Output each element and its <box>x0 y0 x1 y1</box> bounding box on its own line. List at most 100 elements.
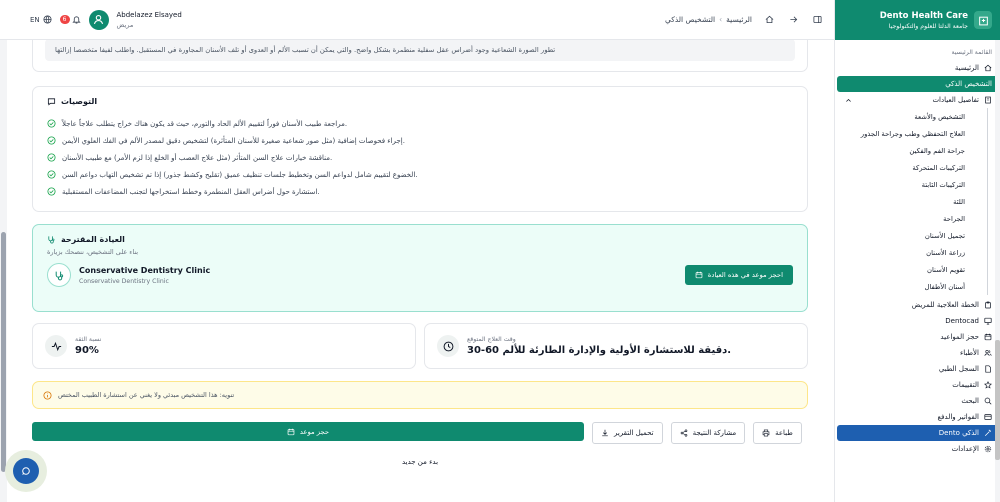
language-switch[interactable]: EN <box>30 15 52 24</box>
sidebar-toggle-icon[interactable] <box>810 13 824 27</box>
sidebar-subitem-clinic[interactable]: جراحة الفم والفكين <box>835 142 988 159</box>
recommendation-text: استشارة حول أضراس العقل المنطمرة وخطط اس… <box>62 187 320 196</box>
download-report-button[interactable]: تحميل التقرير <box>592 422 663 444</box>
recommendation-text: مراجعة طبيب الأسنان فوراً لتقييم الألم ا… <box>62 119 348 128</box>
gear-icon <box>984 445 992 453</box>
confidence-value: 90% <box>75 345 99 356</box>
chat-icon <box>13 458 39 484</box>
sidebar-item-home[interactable]: الرئيسية <box>837 60 998 76</box>
check-circle-icon <box>47 136 56 145</box>
sidebar-item-label: الإعدادات <box>951 445 979 453</box>
treatment-time-card: وقت العلاج المتوقع 30-60 دقيقة للاستشارة… <box>424 323 808 369</box>
action-bar: حجز موعد تحميل التقرير مشاركة النتيجة طب… <box>32 422 808 444</box>
sidebar-item-search[interactable]: البحث <box>837 393 998 409</box>
findings-card: تطور الصورة الشعاعية وجود أضراس عقل سفلي… <box>32 40 808 72</box>
user-icon <box>93 14 104 25</box>
building-icon <box>984 96 992 104</box>
book-appointment-button[interactable]: حجز موعد <box>32 422 584 441</box>
breadcrumb-home[interactable]: الرئيسية <box>726 15 752 24</box>
list-item: الخضوع لتقييم شامل لدواعم السن وتخطيط جل… <box>47 166 793 183</box>
hospital-icon <box>974 11 992 29</box>
book-clinic-button[interactable]: احجز موعد في هذه العيادة <box>684 265 793 285</box>
book-clinic-label: احجز موعد في هذه العيادة <box>707 271 783 279</box>
clinic-header: العيادة المقترحة <box>47 235 793 244</box>
info-icon <box>43 390 52 400</box>
sidebar-subitem-clinic[interactable]: التشخيص والأشعة <box>835 108 988 125</box>
stethoscope-icon <box>48 236 55 244</box>
bell-icon <box>71 15 81 24</box>
clipboard-icon <box>984 301 992 309</box>
calendar-icon <box>984 333 992 341</box>
brand-header: Dento Health Care جامعة الدلتا للعلوم وا… <box>835 0 1000 40</box>
sidebar-subitem-clinic[interactable]: تجميل الأسنان <box>835 227 988 244</box>
brand-subtitle: جامعة الدلتا للعلوم والتكنولوجيا <box>888 22 968 30</box>
sidebar-item-label: تفاصيل العيادات <box>932 96 979 104</box>
sidebar-subitem-clinic[interactable]: الجراحة <box>835 210 988 227</box>
list-item: إجراء فحوصات إضافية (مثل صور شعاعية صغير… <box>47 132 793 149</box>
clinic-title: العيادة المقترحة <box>61 235 125 244</box>
sidebar-item-dentocad[interactable]: Dentocad <box>837 313 998 329</box>
sidebar-subitem-clinic[interactable]: زراعة الأسنان <box>835 244 988 261</box>
disclaimer-text: تنويه: هذا التشخيص مبدئي ولا يغني عن است… <box>58 391 235 399</box>
main-content: تطور الصورة الشعاعية وجود أضراس عقل سفلي… <box>0 40 834 502</box>
sidebar-subitem-clinic[interactable]: اللثة <box>835 193 988 210</box>
sidebar-scrollbar[interactable] <box>995 40 1000 502</box>
confidence-label: نسبة الثقة <box>75 336 102 343</box>
sidebar-item-label: الخطة العلاجية للمريض <box>911 301 979 309</box>
sidebar-item-label: التقييمات <box>952 381 979 389</box>
sidebar-subitem-clinic[interactable]: أسنان الأطفال <box>835 278 988 295</box>
sidebar-subitem-clinic[interactable]: تقويم الأسنان <box>835 261 988 278</box>
home-icon[interactable] <box>762 13 776 27</box>
main-scrollbar[interactable] <box>0 40 7 502</box>
sidebar-item-label: السجل الطبي <box>938 365 979 373</box>
suggested-clinic-card: العيادة المقترحة بناء على التشخيص، ننصحك… <box>32 224 808 312</box>
share-result-button[interactable]: مشاركة النتيجة <box>670 422 746 444</box>
sidebar-item-label: Dentocad <box>945 317 979 325</box>
sidebar-subitem-clinic[interactable]: العلاج التحفظي وطب وجراحة الجذور <box>835 125 988 142</box>
new-diagnosis-link[interactable]: بدء من جديد <box>32 458 808 466</box>
calendar-icon <box>695 271 703 279</box>
sidebar-item-label: Dento الذكي <box>938 429 979 437</box>
recommendation-text: الخضوع لتقييم شامل لدواعم السن وتخطيط جل… <box>62 170 418 179</box>
sidebar-subitem-clinic[interactable]: التركيبات المتحركة <box>835 159 988 176</box>
print-label: طباعة <box>775 429 793 437</box>
breadcrumb: التشخيص الذكي ‹ الرئيسية <box>665 15 752 24</box>
brand-title: Dento Health Care <box>879 10 968 21</box>
sidebar-item-medical-record[interactable]: السجل الطبي <box>837 361 998 377</box>
sidebar: Dento Health Care جامعة الدلتا للعلوم وا… <box>834 0 1000 502</box>
forward-arrow-icon[interactable] <box>786 13 800 27</box>
sidebar-section-title: القائمة الرئيسية <box>951 49 992 56</box>
sidebar-subitem-clinic[interactable]: التركيبات الثابتة <box>835 176 988 193</box>
sidebar-item-appointments[interactable]: حجز المواعيد <box>837 329 998 345</box>
sidebar-item-treatment-plan[interactable]: الخطة العلاجية للمريض <box>837 297 998 313</box>
notification-badge: 6 <box>59 15 70 24</box>
language-label: EN <box>30 15 40 24</box>
sidebar-item-settings[interactable]: الإعدادات <box>837 441 998 457</box>
message-icon <box>47 98 56 106</box>
sidebar-item-clinic-details[interactable]: تفاصيل العيادات <box>837 92 998 108</box>
time-value: 30-60 دقيقة للاستشارة الأولية والإدارة ا… <box>467 345 732 356</box>
findings-text: تطور الصورة الشعاعية وجود أضراس عقل سفلي… <box>45 40 795 61</box>
sidebar-item-dento-ai[interactable]: Dento الذكي <box>837 425 998 441</box>
notifications-button[interactable]: 6 <box>59 15 81 24</box>
scrollbar-thumb[interactable] <box>995 340 1000 460</box>
clinic-name: Conservative Dentistry Clinic <box>79 265 211 275</box>
sidebar-item-doctors[interactable]: الأطباء <box>837 345 998 361</box>
sidebar-item-billing[interactable]: الفواتير والدفع <box>837 409 998 425</box>
check-circle-icon <box>47 170 56 179</box>
chat-fab[interactable] <box>5 450 47 492</box>
scrollbar-thumb[interactable] <box>1 232 6 472</box>
stethoscope-icon <box>47 263 71 287</box>
sidebar-item-label: الأطباء <box>959 349 979 357</box>
monitor-icon <box>984 317 992 325</box>
file-icon <box>984 365 992 373</box>
sidebar-item-reviews[interactable]: التقييمات <box>837 377 998 393</box>
star-icon <box>984 381 992 389</box>
sidebar-item-smart-diagnosis[interactable]: التشخيص الذكي <box>837 76 998 92</box>
list-item: استشارة حول أضراس العقل المنطمرة وخطط اس… <box>47 183 793 200</box>
sidebar-item-label: حجز المواعيد <box>940 333 979 341</box>
confidence-card: نسبة الثقة 90% <box>32 323 416 369</box>
user-name: Abdelazez Elsayed <box>116 10 182 19</box>
print-button[interactable]: طباعة <box>753 422 802 444</box>
avatar[interactable] <box>88 9 109 30</box>
